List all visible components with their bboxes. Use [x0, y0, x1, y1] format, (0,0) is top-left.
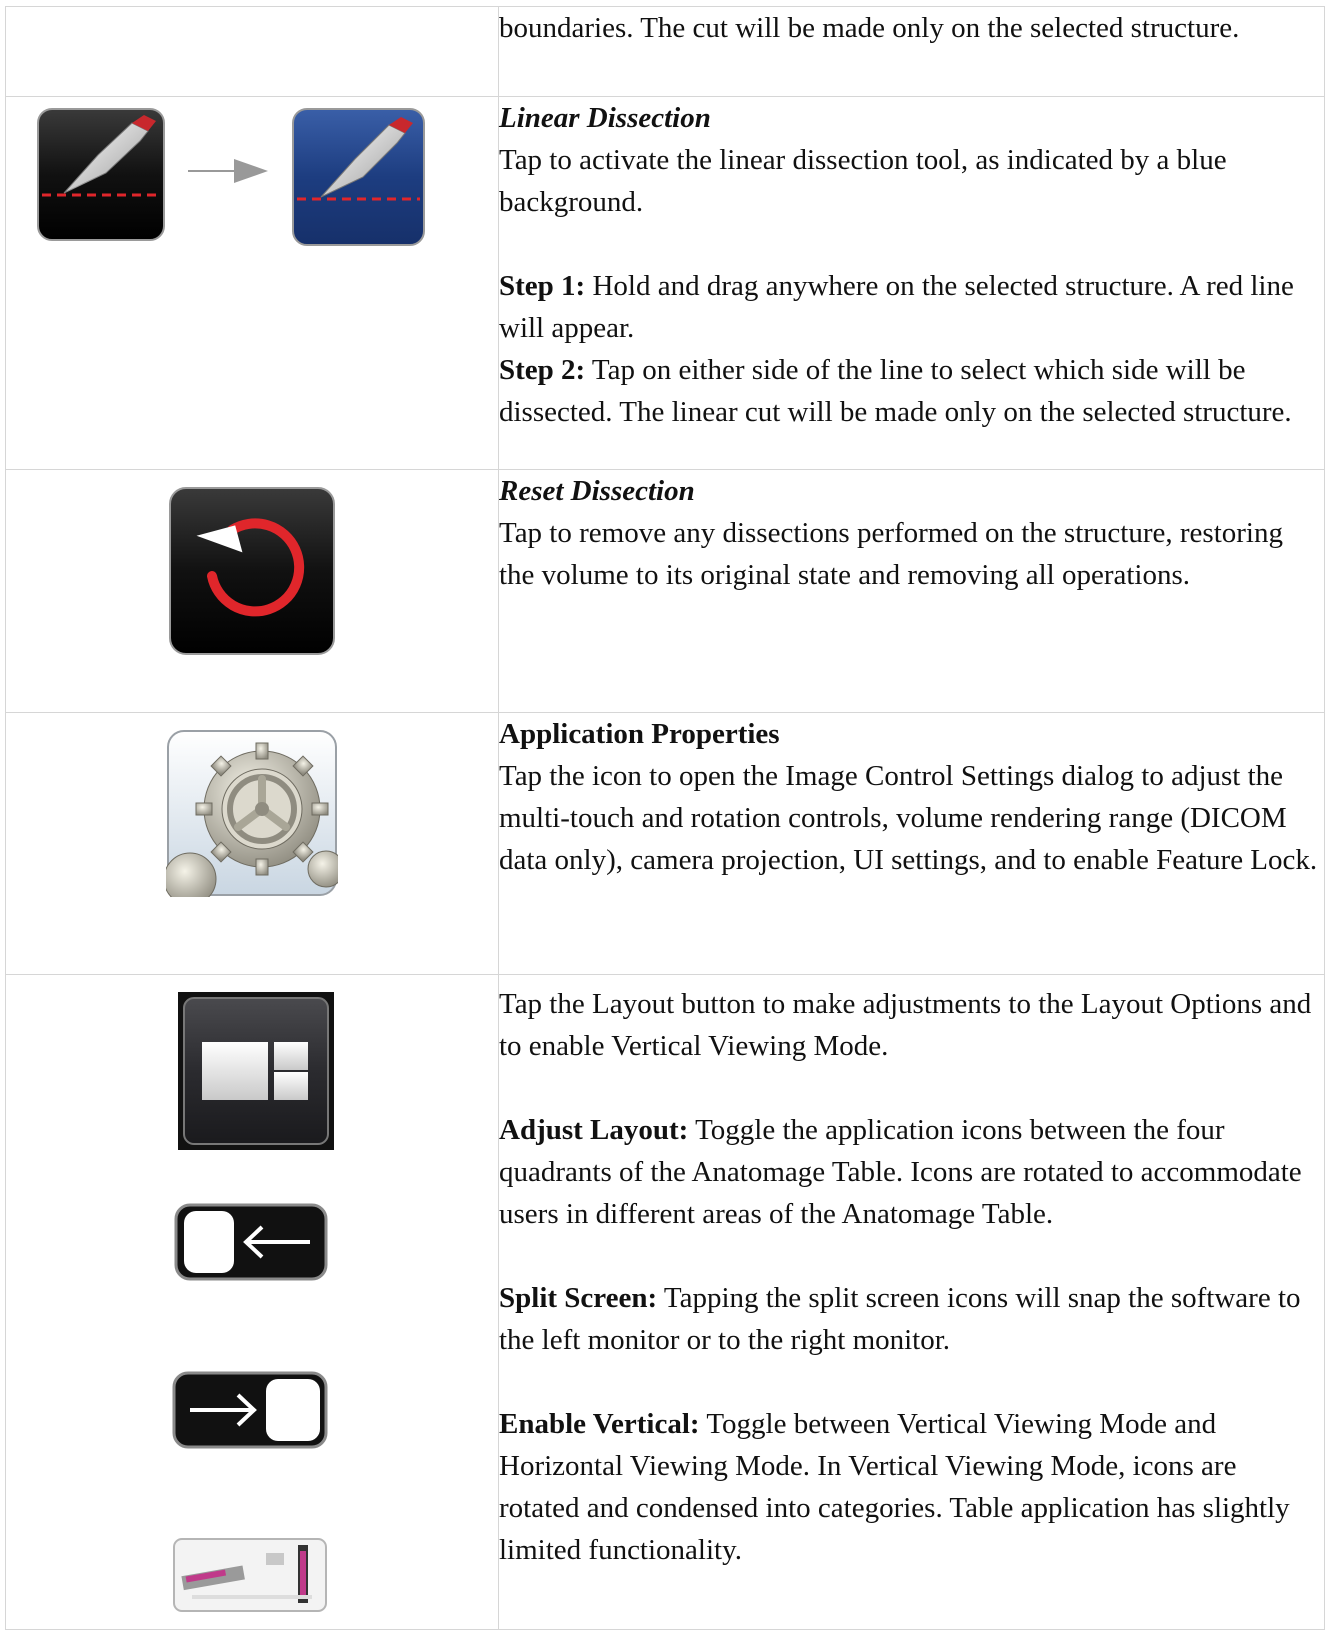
icon-cell: [5, 6, 499, 97]
table-row: Tap the Layout button to make adjustment…: [5, 974, 1325, 1630]
snap-left-icon[interactable]: [174, 1203, 328, 1281]
step-text: Tap on either side of the line to select…: [499, 354, 1292, 428]
table-row: boundaries. The cut will be made only on…: [5, 6, 1325, 97]
step-1: Step 1: Hold and drag anywhere on the se…: [499, 265, 1324, 349]
icon-cell: [5, 469, 499, 713]
layout-icon[interactable]: [178, 992, 334, 1150]
description-cell: Reset Dissection Tap to remove any disse…: [498, 469, 1325, 713]
icon-cell: [5, 96, 499, 470]
option-label: Adjust Layout:: [499, 1114, 689, 1146]
feature-table: boundaries. The cut will be made only on…: [5, 6, 1325, 1630]
table-row: Reset Dissection Tap to remove any disse…: [5, 469, 1325, 713]
step-label: Step 2:: [499, 354, 586, 386]
section-description: Tap to activate the linear dissection to…: [499, 144, 1227, 218]
section-title: Linear Dissection: [499, 102, 711, 134]
gear-icon[interactable]: [166, 729, 338, 897]
section-description: Tap the Layout button to make adjustment…: [499, 988, 1312, 1062]
arrow-right-icon: [186, 153, 272, 189]
section-description: Tap the icon to open the Image Control S…: [499, 760, 1318, 876]
description-cell: Tap the Layout button to make adjustment…: [498, 974, 1325, 1630]
step-text: Hold and drag anywhere on the selected s…: [499, 270, 1294, 344]
step-label: Step 1:: [499, 270, 586, 302]
split-screen-paragraph: Split Screen: Tapping the split screen i…: [499, 1277, 1324, 1361]
scalpel-active-icon[interactable]: [291, 107, 426, 247]
snap-right-icon[interactable]: [172, 1371, 328, 1449]
vertical-mode-icon[interactable]: [172, 1537, 328, 1613]
scalpel-inactive-icon[interactable]: [36, 107, 166, 242]
description-cell: Application Properties Tap the icon to o…: [498, 712, 1325, 975]
table-row: Linear Dissection Tap to activate the li…: [5, 96, 1325, 470]
reset-icon[interactable]: [168, 486, 336, 656]
continued-text: boundaries. The cut will be made only on…: [499, 12, 1240, 44]
step-2: Step 2: Tap on either side of the line t…: [499, 349, 1324, 433]
section-title: Reset Dissection: [499, 475, 695, 507]
description-cell: Linear Dissection Tap to activate the li…: [498, 96, 1325, 470]
option-label: Enable Vertical:: [499, 1408, 700, 1440]
enable-vertical-paragraph: Enable Vertical: Toggle between Vertical…: [499, 1403, 1324, 1571]
section-title: Application Properties: [499, 718, 780, 750]
adjust-layout-paragraph: Adjust Layout: Toggle the application ic…: [499, 1109, 1324, 1235]
description-cell: boundaries. The cut will be made only on…: [498, 6, 1325, 97]
option-label: Split Screen:: [499, 1282, 658, 1314]
table-row: Application Properties Tap the icon to o…: [5, 712, 1325, 975]
icon-cell: [5, 712, 499, 975]
section-description: Tap to remove any dissections performed …: [499, 517, 1283, 591]
icon-cell: [5, 974, 499, 1630]
